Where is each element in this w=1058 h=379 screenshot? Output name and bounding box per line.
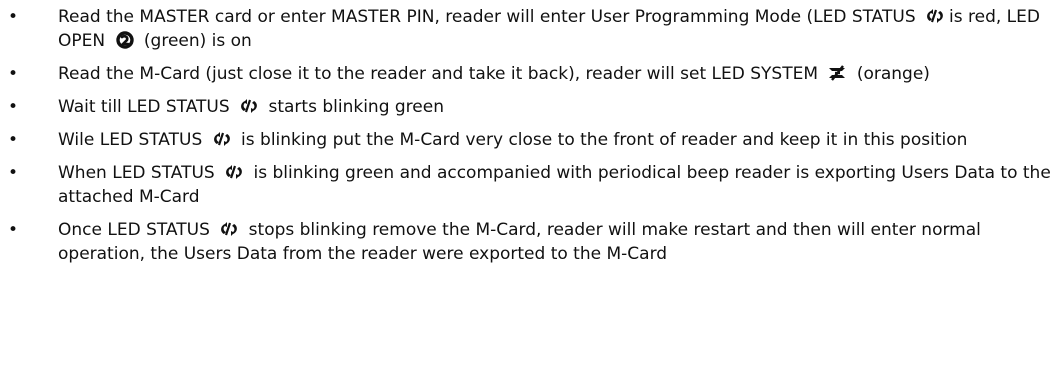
step-text: When LED STATUS bbox=[58, 163, 221, 183]
bullet: • bbox=[8, 64, 19, 84]
step-text: (green) is on bbox=[138, 31, 252, 51]
bullet: • bbox=[8, 220, 19, 240]
step-text: is blinking put the M-Card very close to… bbox=[235, 130, 968, 150]
step-text: Once LED STATUS bbox=[58, 220, 216, 240]
led-status-icon bbox=[238, 97, 260, 115]
list-item: • Wait till LED STATUS starts blinking g… bbox=[0, 95, 1058, 119]
document-page: • Read the MASTER card or enter MASTER P… bbox=[0, 0, 1058, 379]
bullet: • bbox=[8, 7, 19, 27]
led-open-icon bbox=[114, 31, 136, 49]
list-item: • Once LED STATUS stops blinking remove … bbox=[0, 218, 1058, 266]
step-text: starts blinking green bbox=[263, 97, 444, 117]
instruction-list: • Read the MASTER card or enter MASTER P… bbox=[0, 5, 1058, 266]
led-system-icon bbox=[826, 64, 848, 82]
step-text: (orange) bbox=[851, 64, 930, 84]
led-status-icon bbox=[924, 7, 946, 25]
bullet: • bbox=[8, 97, 19, 117]
step-text: Read the MASTER card or enter MASTER PIN… bbox=[58, 7, 922, 27]
step-text: Wile LED STATUS bbox=[58, 130, 208, 150]
led-status-icon bbox=[218, 220, 240, 238]
step-text: Read the M-Card (just close it to the re… bbox=[58, 64, 824, 84]
list-item: • When LED STATUS is blinking green and … bbox=[0, 161, 1058, 209]
led-status-icon bbox=[211, 130, 233, 148]
bullet: • bbox=[8, 163, 19, 183]
list-item: • Read the M-Card (just close it to the … bbox=[0, 62, 1058, 86]
list-item: • Wile LED STATUS is blinking put the M-… bbox=[0, 128, 1058, 152]
list-item: • Read the MASTER card or enter MASTER P… bbox=[0, 5, 1058, 53]
led-status-icon bbox=[223, 163, 245, 181]
bullet: • bbox=[8, 130, 19, 150]
step-text: Wait till LED STATUS bbox=[58, 97, 236, 117]
